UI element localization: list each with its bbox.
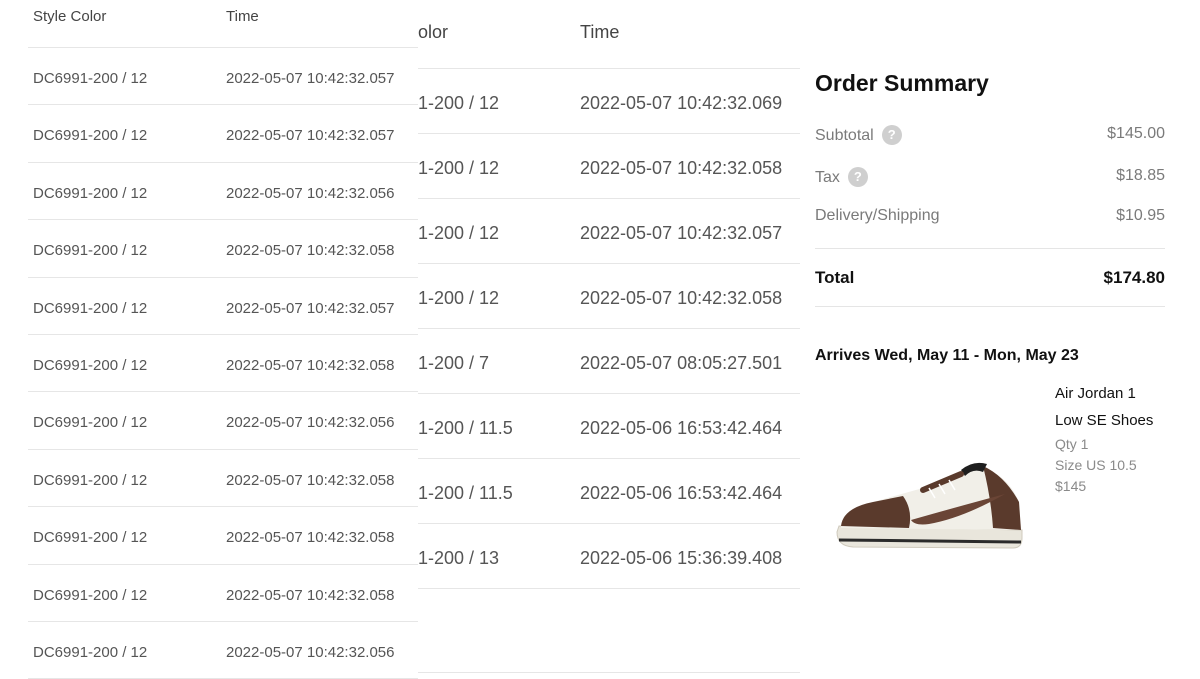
table-header: Style Color Time — [28, 0, 418, 48]
style-color-cell: DC6991-200 / 12 — [33, 70, 148, 87]
style-color-cell: DC6991-200 / 12 — [33, 643, 148, 661]
time-cell: 2022-05-06 15:36:39.408 — [580, 548, 783, 568]
time-cell: 2022-05-07 10:42:32.057 — [226, 127, 395, 145]
time-cell: 2022-05-07 10:42:32.058 — [226, 356, 395, 374]
tax-value: $18.85 — [1116, 167, 1165, 184]
table-row: DC6991-200 / 12 2022-05-07 10:42:32.056 — [28, 392, 418, 450]
shipping-value: $10.95 — [1116, 207, 1165, 224]
time-cell: 2022-05-07 10:42:32.057 — [580, 223, 783, 243]
subtotal-label: Subtotal — [815, 127, 874, 144]
time-cell: 2022-05-07 10:42:32.057 — [226, 70, 395, 87]
table-body: DC6991-200 / 12 2022-05-07 10:42:32.057 DC… — [28, 48, 418, 679]
style-color-cell: DC6991-200 / 12 — [33, 184, 148, 202]
style-color-cell: DC6991-200 / 12 — [33, 471, 148, 489]
style-color-cell: DC6991-200 / 12 — [33, 529, 148, 547]
style-color-cell: 1-200 / 13 — [418, 548, 500, 568]
product-qty: Qty 1 — [1055, 436, 1089, 452]
table-row: DC6991-200 / 12 2022-05-07 10:42:32.058 — [28, 450, 418, 508]
time-cell: 2022-05-07 10:42:32.057 — [226, 299, 395, 317]
time-cell: 2022-05-07 10:42:32.058 — [226, 471, 395, 489]
style-color-cell: 1-200 / 12 — [418, 223, 500, 243]
table-row: DC6991-200 / 12 2022-05-07 10:42:32.058 — [28, 507, 418, 565]
time-cell: 2022-05-07 10:42:32.058 — [580, 158, 783, 178]
order-summary-title: Order Summary — [815, 70, 989, 96]
style-color-cell: DC6991-200 / 12 — [33, 299, 148, 317]
time-cell: 2022-05-06 16:53:42.464 — [580, 418, 783, 438]
time-cell: 2022-05-07 10:42:32.058 — [580, 288, 783, 308]
product-info: Air Jordan 1 Low SE Shoes Qty 1 Size US … — [1055, 380, 1195, 497]
header-time: Time — [580, 22, 620, 42]
time-cell: 2022-05-07 10:42:32.058 — [226, 242, 395, 260]
table-row: DC6991-200 / 12 2022-05-07 10:42:32.057 — [28, 278, 418, 335]
product-name-line2[interactable]: Low SE Shoes — [1055, 407, 1195, 434]
time-cell: 2022-05-07 10:42:32.056 — [226, 414, 395, 432]
help-icon[interactable]: ? — [881, 125, 902, 145]
style-color-cell: DC6991-200 / 12 — [33, 414, 148, 432]
table-row: DC6991-200 / 12 2022-05-07 10:42:32.058 — [28, 565, 418, 622]
time-cell: 2022-05-07 10:42:32.069 — [580, 93, 783, 113]
table-row: DC6991-200 / 12 2022-05-07 10:42:32.056 — [28, 622, 418, 679]
summary-divider — [815, 248, 1165, 249]
style-color-cell: 1-200 / 12 — [418, 93, 500, 113]
style-color-cell: DC6991-200 / 12 — [33, 127, 148, 145]
product-name-line1[interactable]: Air Jordan 1 — [1055, 380, 1195, 407]
time-cell: 2022-05-07 08:05:27.501 — [580, 353, 783, 373]
help-icon[interactable]: ? — [847, 167, 868, 187]
subtotal-value: $145.00 — [1107, 125, 1165, 142]
product-price: $145 — [1055, 478, 1087, 494]
header-time: Time — [226, 8, 259, 25]
table-row: DC6991-200 / 12 2022-05-07 10:42:32.057 — [28, 48, 418, 106]
total-value: $174.80 — [1103, 268, 1165, 287]
table-bottom-divider — [418, 672, 800, 673]
style-color-cell: 1-200 / 11.5 — [418, 483, 513, 503]
style-color-cell: 1-200 / 12 — [418, 158, 500, 178]
summary-divider — [815, 306, 1165, 307]
sneaker-image-icon — [836, 462, 1023, 549]
header-style-color: olor — [418, 22, 449, 42]
table-row: DC6991-200 / 12 2022-05-07 10:42:32.058 — [28, 220, 418, 278]
total-label: Total — [815, 268, 855, 287]
style-color-cell: DC6991-200 / 12 — [33, 586, 148, 604]
style-color-cell: DC6991-200 / 12 — [33, 242, 148, 260]
style-color-cell: DC6991-200 / 12 — [33, 356, 148, 374]
order-summary-panel: Order Summary Subtotal? $145.00 Tax? $18… — [815, 0, 1165, 674]
time-cell: 2022-05-06 16:53:42.464 — [580, 483, 783, 503]
table-row: DC6991-200 / 12 2022-05-07 10:42:32.058 — [28, 335, 418, 393]
style-color-cell: 1-200 / 12 — [418, 288, 500, 308]
delivery-estimate: Arrives Wed, May 11 - Mon, May 23 — [815, 347, 1079, 364]
tax-label: Tax — [815, 169, 840, 186]
table-row: DC6991-200 / 12 2022-05-07 10:42:32.057 — [28, 105, 418, 163]
order-history-table-left: Style Color Time DC6991-200 / 12 2022-05-… — [28, 0, 418, 679]
header-style-color: Style Color — [33, 8, 107, 25]
style-color-cell: 1-200 / 11.5 — [418, 418, 513, 438]
table-row: DC6991-200 / 12 2022-05-07 10:42:32.056 — [28, 163, 418, 221]
shipping-label: Delivery/Shipping — [815, 207, 940, 224]
time-cell: 2022-05-07 10:42:32.056 — [226, 643, 395, 661]
style-color-cell: 1-200 / 7 — [418, 353, 490, 373]
time-cell: 2022-05-07 10:42:32.058 — [226, 529, 395, 547]
product-size: Size US 10.5 — [1055, 457, 1137, 473]
time-cell: 2022-05-07 10:42:32.056 — [226, 184, 395, 202]
time-cell: 2022-05-07 10:42:32.058 — [226, 586, 395, 604]
